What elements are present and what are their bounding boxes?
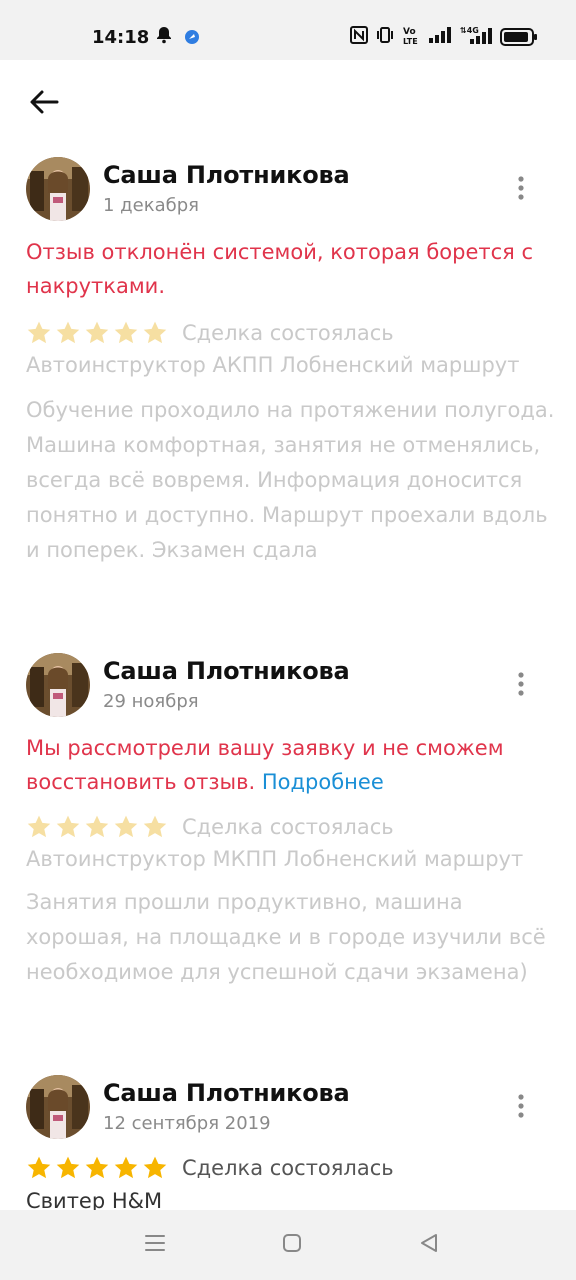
moderation-notice: Мы рассмотрели вашу заявку и не сможем в… (26, 731, 556, 799)
review-author[interactable]: Саша Плотникова (103, 657, 350, 685)
app-notification-icon (184, 29, 200, 50)
avatar[interactable] (26, 1075, 90, 1139)
deal-status: Сделка состоялась (182, 1156, 394, 1180)
product-name[interactable]: Автоинструктор МКПП Лобненский маршрут (26, 847, 523, 871)
more-vertical-icon (517, 671, 525, 702)
svg-text:⇅4G: ⇅4G (460, 26, 479, 35)
star-rating (26, 1155, 168, 1181)
star-icon (27, 321, 51, 344)
star-icon (143, 1156, 167, 1179)
system-nav-bar (0, 1210, 576, 1280)
more-vertical-icon (517, 1093, 525, 1124)
home-button[interactable] (277, 1230, 307, 1260)
star-icon (85, 815, 109, 838)
star-icon (56, 1156, 80, 1179)
bell-icon (156, 26, 172, 49)
top-bar (0, 60, 576, 150)
review-author[interactable]: Саша Плотникова (103, 1079, 350, 1107)
more-vertical-icon (517, 175, 525, 206)
triangle-back-icon (418, 1232, 440, 1259)
svg-text:LTE: LTE (403, 37, 418, 46)
arrow-left-icon (29, 89, 59, 120)
volte-icon: Vo LTE (402, 24, 424, 51)
review-card: Саша Плотникова 1 декабря Отзыв отклонён… (0, 157, 576, 617)
menu-icon (144, 1232, 166, 1259)
signal-icon-1 (428, 26, 452, 49)
star-icon (27, 1156, 51, 1179)
star-icon (56, 815, 80, 838)
review-date: 29 ноября (103, 691, 199, 712)
star-icon (27, 815, 51, 838)
details-link[interactable]: Подробнее (262, 770, 384, 794)
product-name[interactable]: Свитер H&M (26, 1189, 162, 1210)
back-button[interactable] (24, 84, 64, 124)
star-icon (114, 815, 138, 838)
review-text: Занятия прошли продуктивно, машина хорош… (26, 890, 546, 984)
rating-row: Сделка состоялась (26, 316, 394, 350)
review-author[interactable]: Саша Плотникова (103, 161, 350, 189)
system-back-button[interactable] (414, 1230, 444, 1260)
star-icon (56, 321, 80, 344)
review-date: 1 декабря (103, 195, 199, 216)
rating-row: Сделка состоялась (26, 1151, 394, 1185)
star-icon (85, 321, 109, 344)
more-button[interactable] (506, 671, 536, 701)
review-card: Саша Плотникова 12 сентября 2019 Сделка … (0, 1075, 576, 1210)
square-icon (281, 1232, 303, 1259)
more-button[interactable] (506, 1093, 536, 1123)
product-name[interactable]: Автоинструктор АКПП Лобненский маршрут (26, 353, 519, 377)
star-icon (114, 321, 138, 344)
star-icon (114, 1156, 138, 1179)
vibrate-icon (376, 26, 394, 49)
star-icon (143, 321, 167, 344)
more-button[interactable] (506, 175, 536, 205)
review-date: 12 сентября 2019 (103, 1113, 271, 1134)
star-icon (85, 1156, 109, 1179)
svg-text:Vo: Vo (403, 27, 416, 37)
moderation-notice: Отзыв отклонён системой, которая борется… (26, 240, 534, 298)
star-icon (143, 815, 167, 838)
star-rating (26, 814, 168, 840)
avatar[interactable] (26, 157, 90, 221)
review-card: Саша Плотникова 29 ноября Мы рассмотрели… (0, 653, 576, 1053)
review-text: Обучение проходило на протяжении полугод… (26, 398, 555, 562)
nfc-icon (350, 26, 368, 49)
deal-status: Сделка состоялась (182, 815, 394, 839)
rating-row: Сделка состоялась (26, 810, 394, 844)
status-time: 14:18 (92, 27, 150, 48)
deal-status: Сделка состоялась (182, 321, 394, 345)
recent-apps-button[interactable] (140, 1230, 170, 1260)
avatar[interactable] (26, 653, 90, 717)
signal-4g-icon: ⇅4G (460, 24, 492, 51)
status-bar: 14:18 Vo LTE ⇅4G (0, 0, 576, 60)
battery-icon (500, 28, 538, 51)
star-rating (26, 320, 168, 346)
